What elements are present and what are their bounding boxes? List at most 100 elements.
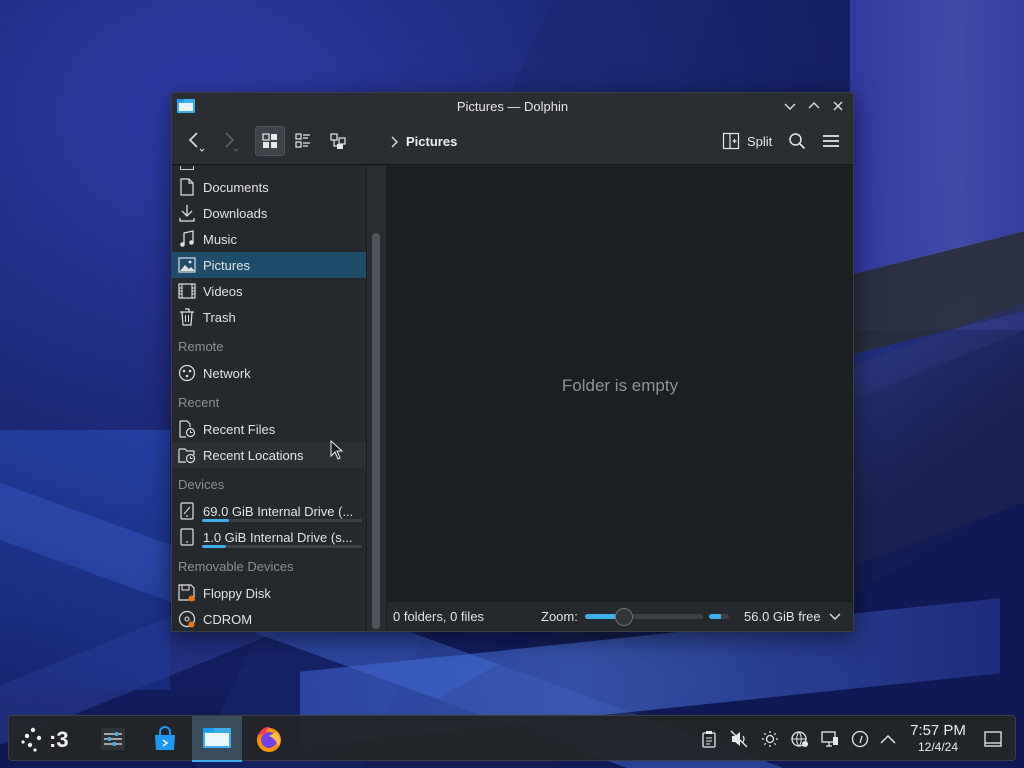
- places-panel: Documents Downloads Music Pictures Video…: [172, 166, 366, 631]
- firefox-icon: [257, 726, 281, 752]
- trash-icon: [178, 308, 196, 326]
- sidebar-item-music[interactable]: Music: [172, 226, 366, 252]
- taskbar-dolphin[interactable]: [192, 716, 242, 762]
- sidebar-item-label: Music: [203, 231, 237, 247]
- folder-app-icon[interactable]: [177, 98, 195, 114]
- section-heading-remote: Remote: [178, 339, 224, 354]
- wallpaper-shape: [0, 430, 170, 690]
- sidebar-item-network[interactable]: Network: [172, 360, 366, 386]
- breadcrumb-current[interactable]: Pictures: [406, 134, 457, 149]
- drive-icon: [178, 528, 196, 546]
- search-button[interactable]: [782, 126, 812, 156]
- brightness-icon[interactable]: [760, 729, 780, 749]
- places-scrollbar[interactable]: [366, 166, 387, 631]
- free-space-bar: [709, 614, 729, 619]
- chevron-up-icon[interactable]: [878, 729, 898, 749]
- taskbar: :3 7:57 PM 12/4/24: [8, 715, 1016, 762]
- sidebar-item-label: 69.0 GiB Internal Drive (...: [203, 503, 354, 519]
- clock-time: 7:57 PM: [910, 722, 966, 739]
- network-icon: [178, 364, 196, 382]
- volume-muted-icon[interactable]: [729, 729, 749, 749]
- sidebar-item-label: Floppy Disk: [203, 585, 271, 601]
- zoom-slider[interactable]: [585, 608, 703, 626]
- breadcrumb[interactable]: Pictures: [390, 134, 457, 149]
- details-view-button[interactable]: [288, 126, 318, 156]
- display-icon[interactable]: [820, 729, 840, 749]
- sidebar-item-label: Network: [203, 365, 251, 381]
- taskbar-settings[interactable]: [93, 716, 133, 762]
- chevron-right-icon: [391, 136, 398, 147]
- taskbar-firefox[interactable]: [247, 716, 291, 762]
- folder-summary: 0 folders, 0 files: [393, 609, 485, 624]
- sidebar-item-label: Documents: [203, 179, 269, 195]
- sidebar-item-documents[interactable]: Documents: [172, 174, 366, 200]
- video-icon: [178, 282, 196, 300]
- split-view-icon: [722, 132, 740, 150]
- sidebar-item-pictures[interactable]: Pictures: [172, 252, 366, 278]
- sidebar-item-label: CDROM: [203, 611, 253, 627]
- folder-app-icon: [203, 728, 231, 748]
- drive-usage-bar: [202, 545, 362, 548]
- desktop-label[interactable]: :3: [49, 727, 69, 753]
- digital-clock[interactable]: 7:57 PM 12/4/24: [905, 722, 971, 754]
- taskbar-discover[interactable]: [145, 716, 185, 762]
- store-bag-icon: [155, 726, 175, 750]
- split-label: Split: [747, 133, 773, 149]
- gauge-icon[interactable]: [850, 729, 870, 749]
- tree-icon: [330, 133, 346, 149]
- free-space-label[interactable]: 56.0 GiB free: [744, 609, 821, 624]
- sidebar-item-recent-files[interactable]: Recent Files: [172, 416, 366, 442]
- recent-files-icon: [178, 420, 196, 438]
- hamburger-menu-button[interactable]: [816, 126, 846, 156]
- network-globe-icon[interactable]: [790, 729, 810, 749]
- icons-view-button[interactable]: [255, 126, 285, 156]
- document-icon: [178, 178, 196, 196]
- sidebar-item-videos[interactable]: Videos: [172, 278, 366, 304]
- app-launcher-button[interactable]: [15, 716, 51, 762]
- sidebar-item-floppy[interactable]: Floppy Disk: [172, 580, 366, 606]
- download-icon: [178, 204, 196, 222]
- drive-usage-fill: [202, 519, 230, 522]
- recent-locations-icon: [178, 446, 196, 464]
- forward-button[interactable]: [214, 126, 244, 156]
- drive-icon: [178, 502, 196, 520]
- launcher-icon: [21, 727, 42, 752]
- scrollbar-thumb[interactable]: [372, 233, 380, 629]
- file-view[interactable]: Folder is empty 0 folders, 0 files Zoom:…: [387, 166, 853, 631]
- drive-usage-bar: [202, 519, 362, 522]
- sidebar-item-trash[interactable]: Trash: [172, 304, 366, 330]
- title-bar[interactable]: Pictures — Dolphin: [172, 93, 853, 119]
- compact-view-button[interactable]: [323, 126, 353, 156]
- close-button[interactable]: [829, 97, 847, 115]
- drive-usage-fill: [202, 545, 226, 548]
- search-icon: [789, 133, 806, 150]
- sidebar-item-label: Trash: [203, 309, 236, 325]
- picture-icon: [178, 256, 196, 274]
- clock-date: 12/4/24: [917, 740, 959, 754]
- sidebar-item-cdrom[interactable]: CDROM: [172, 606, 366, 631]
- window-title: Pictures — Dolphin: [456, 98, 569, 114]
- zoom-slider-handle[interactable]: [615, 608, 633, 626]
- sidebar-item-drive-2[interactable]: 1.0 GiB Internal Drive (s...: [172, 524, 366, 550]
- clipboard-icon[interactable]: [699, 729, 719, 749]
- sidebar-item-label: Videos: [203, 283, 243, 299]
- cdrom-icon: [178, 610, 196, 628]
- dolphin-window: Pictures — Dolphin Pictures Split Docume…: [171, 92, 854, 632]
- sidebar-item-drive-1[interactable]: 69.0 GiB Internal Drive (...: [172, 498, 366, 524]
- mouse-cursor-icon: [330, 439, 344, 463]
- section-heading-recent: Recent: [178, 395, 220, 410]
- maximize-button[interactable]: [805, 97, 823, 115]
- sidebar-item-label: Pictures: [203, 257, 250, 273]
- sidebar-item-label: Downloads: [203, 205, 268, 221]
- sidebar-item-label: Recent Files: [203, 421, 276, 437]
- minimize-button[interactable]: [781, 97, 799, 115]
- settings-sliders-icon: [101, 728, 125, 750]
- empty-folder-message: Folder is empty: [561, 376, 679, 395]
- back-button[interactable]: [180, 126, 210, 156]
- sidebar-item-downloads[interactable]: Downloads: [172, 200, 366, 226]
- zoom-label: Zoom:: [541, 609, 578, 624]
- section-heading-devices: Devices: [178, 477, 225, 492]
- chevron-down-icon[interactable]: [829, 608, 841, 627]
- split-button[interactable]: Split: [718, 127, 776, 155]
- show-desktop-icon[interactable]: [983, 729, 1003, 749]
